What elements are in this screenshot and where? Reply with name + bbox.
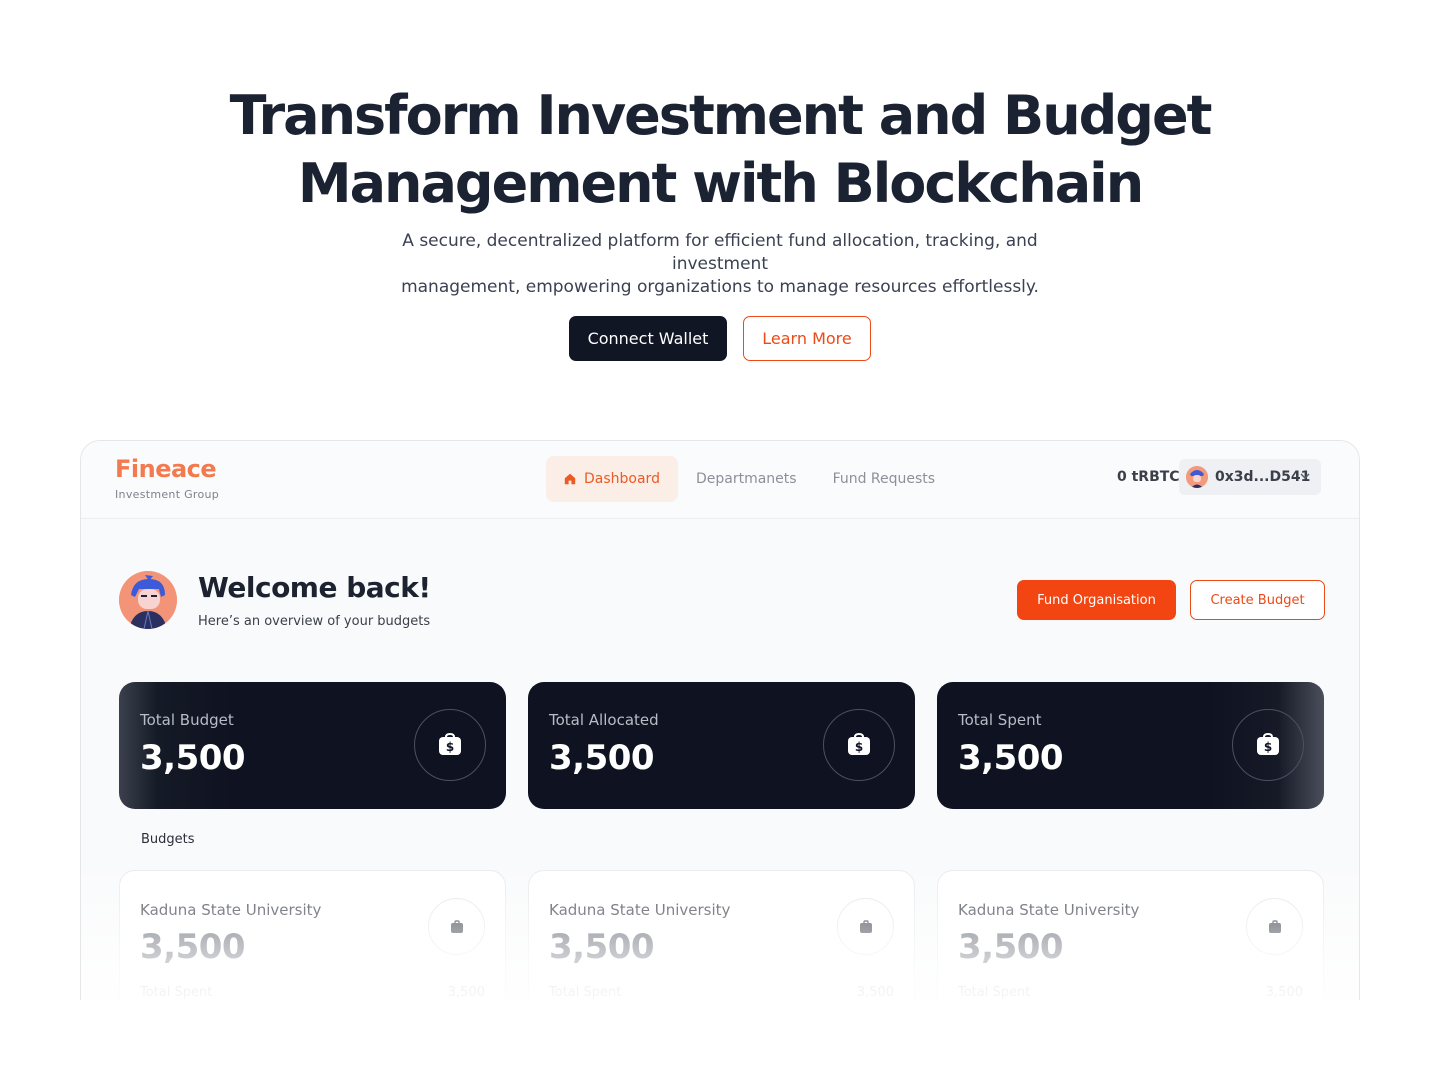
- home-icon: [564, 473, 576, 485]
- welcome-subtitle: Here’s an overview of your budgets: [198, 614, 431, 629]
- hero-subtitle-line-1: A secure, decentralized platform for eff…: [402, 231, 1038, 274]
- svg-text:$: $: [1264, 740, 1272, 754]
- stat-card-total-allocated: Total Allocated 3,500 $: [528, 682, 915, 809]
- page-bottom-area: [0, 1000, 1440, 1081]
- hero-subtitle: A secure, decentralized platform for eff…: [370, 230, 1070, 299]
- stat-label: Total Spent: [958, 711, 1042, 729]
- budget-name: Kaduna State University: [140, 901, 322, 919]
- balance-display: 0 tRBTC: [1117, 469, 1180, 485]
- budget-value: 3,500: [549, 927, 655, 967]
- budget-name: Kaduna State University: [549, 901, 731, 919]
- hero-subtitle-line-2: management, empowering organizations to …: [401, 277, 1039, 297]
- nav-item-departments[interactable]: Departmanets: [678, 456, 815, 502]
- wallet-address-dropdown[interactable]: 0x3d...D541: [1179, 459, 1321, 495]
- budget-footer-label: Total Spent: [958, 985, 1031, 1000]
- nav-item-label: Fund Requests: [832, 471, 936, 487]
- stat-label: Total Budget: [140, 711, 234, 729]
- briefcase-icon: [1246, 898, 1303, 955]
- svg-text:$: $: [446, 740, 454, 754]
- app-header: Fineace Investment Group Dashboard Depar…: [81, 441, 1359, 519]
- stat-value: 3,500: [549, 738, 655, 778]
- wallet-avatar: [1186, 466, 1208, 488]
- budget-footer-label: Total Spent: [140, 985, 213, 1000]
- app-preview: Fineace Investment Group Dashboard Depar…: [80, 440, 1360, 1040]
- money-bag-icon: $: [414, 709, 486, 781]
- briefcase-icon: [837, 898, 894, 955]
- money-bag-icon: $: [823, 709, 895, 781]
- nav-item-label: Dashboard: [584, 471, 660, 487]
- welcome-title: Welcome back!: [198, 571, 431, 604]
- create-budget-button[interactable]: Create Budget: [1190, 580, 1325, 620]
- logo[interactable]: Fineace: [115, 455, 217, 483]
- hero-title-line-1: Transform Investment and Budget: [229, 84, 1213, 147]
- connect-wallet-button[interactable]: Connect Wallet: [569, 316, 727, 361]
- budget-footer-value: 3,500: [856, 985, 894, 1000]
- budget-name: Kaduna State University: [958, 901, 1140, 919]
- budget-footer-value: 3,500: [1265, 985, 1303, 1000]
- money-bag-icon: $: [1232, 709, 1304, 781]
- nav-item-label: Departmanets: [695, 471, 797, 487]
- budget-footer-label: Total Spent: [549, 985, 622, 1000]
- stat-label: Total Allocated: [549, 711, 659, 729]
- stat-value: 3,500: [958, 738, 1064, 778]
- budget-footer-value: 3,500: [447, 985, 485, 1000]
- nav-item-fund-requests[interactable]: Fund Requests: [815, 456, 954, 502]
- briefcase-icon: [428, 898, 485, 955]
- budget-value: 3,500: [958, 927, 1064, 967]
- hero-title: Transform Investment and Budget Manageme…: [0, 82, 1440, 218]
- learn-more-button[interactable]: Learn More: [743, 316, 871, 361]
- stat-card-total-budget: Total Budget 3,500 $: [119, 682, 506, 809]
- chevron-down-icon: [1300, 473, 1310, 480]
- logo-tagline: Investment Group: [115, 488, 220, 501]
- fund-organisation-button[interactable]: Fund Organisation: [1017, 580, 1176, 620]
- svg-text:$: $: [855, 740, 863, 754]
- nav-item-dashboard[interactable]: Dashboard: [546, 456, 678, 502]
- user-avatar: [119, 571, 177, 629]
- stat-value: 3,500: [140, 738, 246, 778]
- budget-value: 3,500: [140, 927, 246, 967]
- main-nav: Dashboard Departmanets Fund Requests: [546, 456, 953, 502]
- wallet-address: 0x3d...D541: [1215, 469, 1311, 485]
- budgets-section-label: Budgets: [141, 832, 195, 847]
- hero-title-line-2: Management with Blockchain: [297, 152, 1144, 215]
- stat-card-total-spent: Total Spent 3,500 $: [937, 682, 1324, 809]
